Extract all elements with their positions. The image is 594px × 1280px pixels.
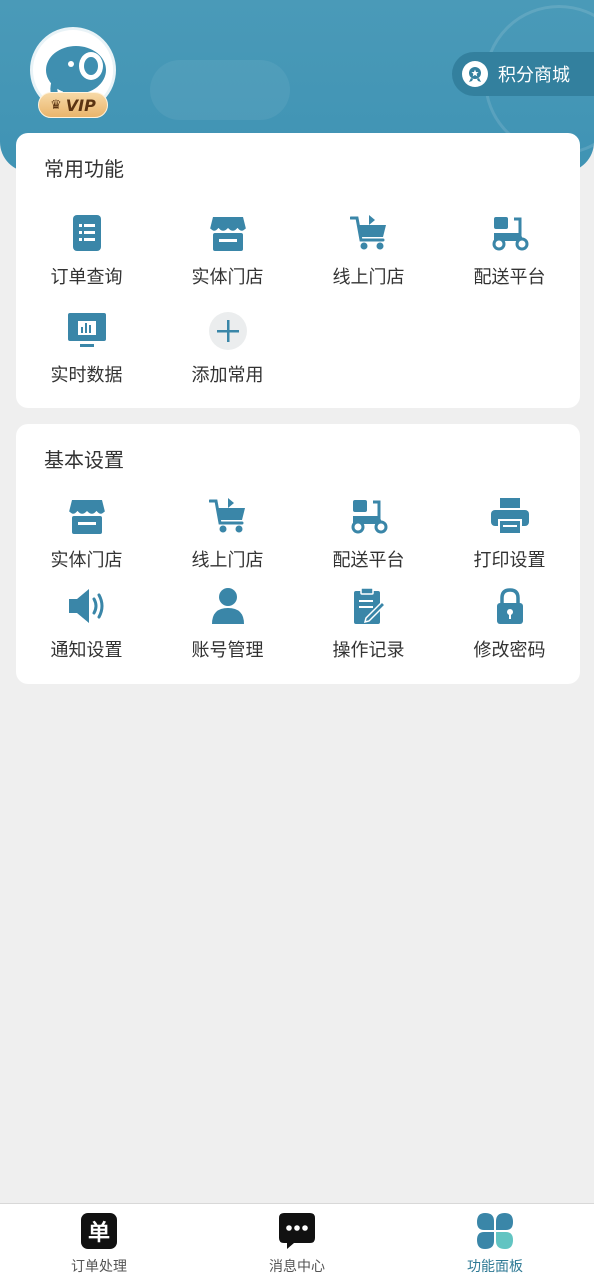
settings-item-label: 操作记录: [332, 640, 405, 661]
plus-icon: [208, 311, 248, 351]
settings-item-label: 实体门店: [50, 550, 123, 571]
common-item-label: 实时数据: [50, 365, 123, 386]
bottom-tab-bar: 单 订单处理 消息中心 功能面板: [0, 1203, 594, 1280]
settings-item-label: 线上门店: [191, 550, 264, 571]
settings-item-label: 修改密码: [473, 640, 546, 661]
common-item-label: 配送平台: [473, 267, 546, 288]
crown-icon: ♛: [50, 97, 62, 113]
common-functions-title: 常用功能: [44, 157, 124, 181]
lock-icon: [490, 586, 530, 626]
chart-icon: [67, 311, 107, 351]
vip-label: VIP: [65, 95, 96, 115]
settings-item-print-settings[interactable]: 打印设置: [439, 496, 580, 572]
points-mall-label: 积分商城: [498, 65, 570, 86]
common-item-realtime-data[interactable]: 实时数据: [16, 311, 157, 387]
clover-grid-icon: [476, 1212, 514, 1250]
scooter-icon: [349, 496, 389, 536]
common-item-label: 实体门店: [191, 267, 264, 288]
order-tab-glyph: 单: [81, 1213, 117, 1249]
vip-badge: ♛ VIP: [38, 92, 108, 118]
settings-item-change-password[interactable]: 修改密码: [439, 586, 580, 662]
settings-item-notification[interactable]: 通知设置: [16, 586, 157, 662]
settings-item-label: 通知设置: [50, 640, 123, 661]
speaker-icon: [67, 586, 107, 626]
common-item-label: 线上门店: [332, 267, 405, 288]
printer-icon: [490, 496, 530, 536]
tab-label: 功能面板: [467, 1259, 523, 1275]
settings-item-online-store[interactable]: 线上门店: [157, 496, 298, 572]
tab-order-processing[interactable]: 单 订单处理: [0, 1204, 198, 1280]
user-icon: [208, 586, 248, 626]
common-item-add-common[interactable]: 添加常用: [157, 311, 298, 387]
edit-log-icon: [349, 586, 389, 626]
settings-item-label: 账号管理: [191, 640, 264, 661]
tab-label: 订单处理: [71, 1259, 127, 1275]
order-list-icon: [67, 213, 107, 253]
points-mall-button[interactable]: 积分商城: [452, 52, 594, 96]
common-item-order-query[interactable]: 订单查询: [16, 213, 157, 289]
store-icon: [208, 213, 248, 253]
chat-bubble-icon: [278, 1212, 316, 1250]
tab-function-panel[interactable]: 功能面板: [396, 1204, 594, 1280]
basic-settings-card: 基本设置 实体门店 线上门店 配送平台 打印设置 通知设置 账号管理 操作记录 …: [16, 424, 580, 684]
settings-item-label: 配送平台: [332, 550, 405, 571]
basic-settings-title: 基本设置: [44, 448, 124, 472]
settings-item-label: 打印设置: [473, 550, 546, 571]
settings-item-delivery-platform[interactable]: 配送平台: [298, 496, 439, 572]
cart-icon: [208, 496, 248, 536]
common-item-label: 订单查询: [50, 267, 123, 288]
store-icon: [67, 496, 107, 536]
common-item-label: 添加常用: [191, 365, 264, 386]
settings-item-physical-store[interactable]: 实体门店: [16, 496, 157, 572]
common-functions-card: 常用功能 订单查询 实体门店 线上门店 配送平台 实时数据 添加常用: [16, 133, 580, 408]
common-item-delivery-platform[interactable]: 配送平台: [439, 213, 580, 289]
cart-icon: [349, 213, 389, 253]
common-item-online-store[interactable]: 线上门店: [298, 213, 439, 289]
common-item-physical-store[interactable]: 实体门店: [157, 213, 298, 289]
tab-message-center[interactable]: 消息中心: [198, 1204, 396, 1280]
medal-icon: [462, 61, 488, 87]
scooter-icon: [490, 213, 530, 253]
tab-label: 消息中心: [269, 1259, 325, 1275]
settings-item-account[interactable]: 账号管理: [157, 586, 298, 662]
order-tab-icon: 单: [80, 1212, 118, 1250]
settings-item-operation-log[interactable]: 操作记录: [298, 586, 439, 662]
